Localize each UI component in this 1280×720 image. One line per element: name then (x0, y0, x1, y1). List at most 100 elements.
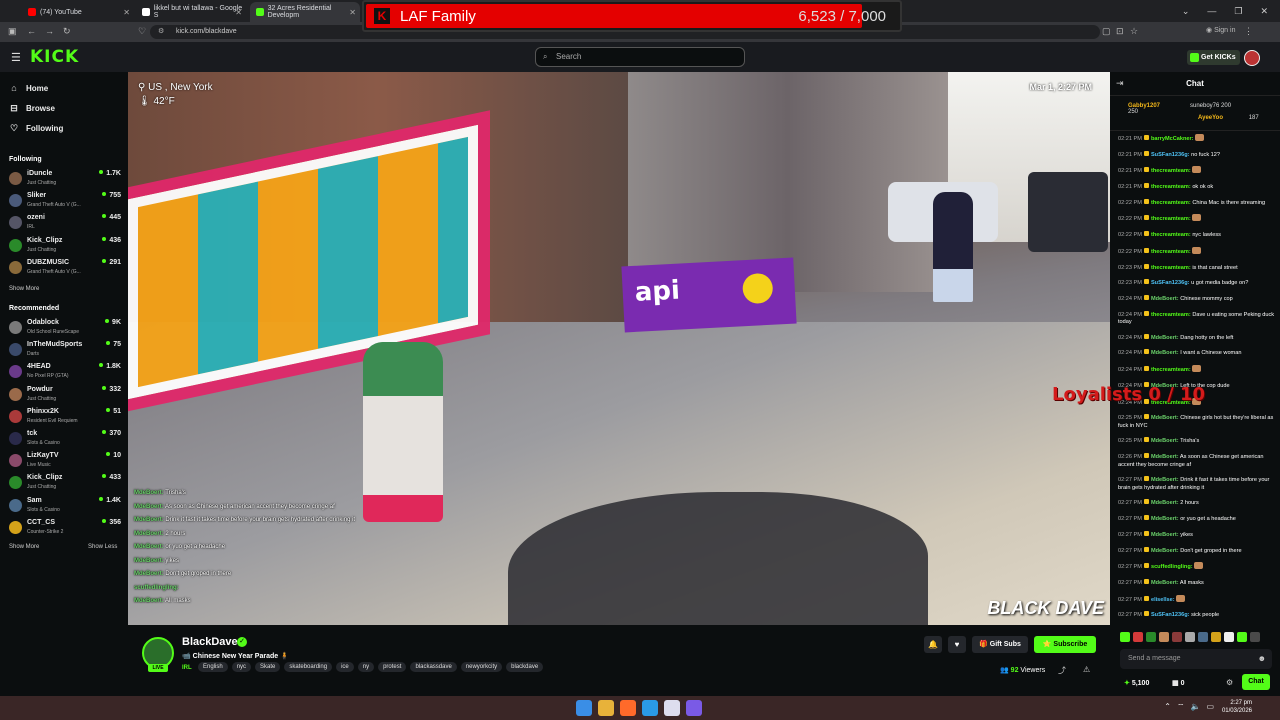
maximize-icon[interactable]: ❐ (1234, 6, 1242, 17)
emote-icon[interactable] (1133, 632, 1143, 642)
show-more-following-button[interactable]: Show More (9, 286, 39, 292)
minimize-icon[interactable]: — (1207, 6, 1216, 16)
chat-username[interactable]: thecreamteam: (1151, 367, 1191, 373)
sidebar-item-following[interactable]: ♡ Following (9, 123, 63, 134)
chat-username[interactable]: MdeBoert: (1151, 350, 1179, 356)
chat-username[interactable]: scuffedlingling: (1151, 564, 1193, 570)
sidebar-item-browse[interactable]: ⊟ Browse (9, 103, 55, 114)
report-icon[interactable]: ⚠ (1083, 665, 1090, 674)
sidebar-item-home[interactable]: ⌂ Home (9, 83, 48, 93)
chat-username[interactable]: MdeBoert: (1151, 532, 1179, 538)
reload-icon[interactable]: ↻ (63, 26, 71, 37)
emote-icon[interactable] (1211, 632, 1221, 642)
sidebar-channel[interactable]: Odablock Old School RuneScape 9K (9, 319, 121, 339)
sidebar-channel[interactable]: Kick_Clipz Just Chatting 436 (9, 237, 121, 257)
stream-tag[interactable]: blackdave (506, 662, 544, 672)
chat-username[interactable]: thecreamteam: (1151, 232, 1191, 238)
channel-name[interactable]: BlackDave (182, 636, 238, 648)
sidebar-channel[interactable]: DUBZMUSIC Grand Theft Auto V (G... 291 (9, 259, 121, 279)
sidebar-channel[interactable]: InTheMudSports Darts 75 (9, 341, 121, 361)
sidebar-channel[interactable]: ozeni IRL 445 (9, 214, 121, 234)
emote-icon[interactable] (1237, 632, 1247, 642)
stream-tag[interactable]: skateboarding (284, 662, 333, 672)
emote-icon[interactable] (1250, 632, 1260, 642)
stream-tag[interactable]: English (198, 662, 228, 672)
chat-username[interactable]: MdeBoert: (1151, 477, 1179, 483)
chat-send-button[interactable]: Chat (1242, 674, 1270, 690)
stream-tag[interactable]: nyc (231, 662, 252, 672)
volume-icon[interactable]: 🔈 (1190, 702, 1200, 712)
menu-icon[interactable]: ☰ (11, 51, 21, 64)
emote-icon[interactable] (1224, 632, 1234, 642)
chevron-up-icon[interactable]: ⌃ (1164, 702, 1171, 712)
stream-tag[interactable]: Skate (255, 662, 281, 672)
sub-count[interactable]: ▦ 0 (1172, 679, 1184, 687)
stream-tag[interactable]: ice (336, 662, 354, 672)
chat-username[interactable]: MdeBoert: (1151, 335, 1179, 341)
chat-username[interactable]: MdeBoert: (1151, 454, 1179, 460)
signin-button[interactable]: ◉ Sign in (1206, 26, 1235, 34)
sidebar-channel[interactable]: CCT_CS Counter-Strike 2 356 (9, 519, 121, 539)
sidebar-channel[interactable]: Sam Slots & Casino 1.4K (9, 497, 121, 517)
browser-icon[interactable] (620, 700, 636, 716)
chat-username[interactable]: thecreamteam: (1151, 312, 1191, 318)
chat-username[interactable]: thecreamteam: (1151, 200, 1191, 206)
install-icon[interactable]: ⊡ (1116, 26, 1124, 37)
chat-username[interactable]: MdeBoert: (1151, 415, 1179, 421)
kick-balance[interactable]: ✦ 5,100 (1124, 679, 1149, 687)
user-avatar[interactable] (1244, 50, 1260, 66)
close-icon[interactable]: ✕ (235, 8, 242, 17)
tab-list-icon[interactable]: ⌄ (1182, 6, 1190, 17)
stream-category[interactable]: IRL (182, 665, 192, 671)
sidebar-channel[interactable]: Phinxx2K Resident Evil Requiem 51 (9, 408, 121, 428)
chat-username[interactable]: SuSFan1236g: (1151, 612, 1190, 618)
browser-tab-youtube[interactable]: (74) YouTube ✕ (22, 2, 134, 22)
chat-username[interactable]: MdeBoert: (1151, 580, 1179, 586)
sidebar-channel[interactable]: Powdur Just Chatting 332 (9, 386, 121, 406)
chat-username[interactable]: thecreamteam: (1151, 168, 1191, 174)
chat-username[interactable]: SuSFan1236g: (1151, 152, 1190, 158)
back-icon[interactable]: ← (27, 26, 36, 36)
chat-username[interactable]: MdeBoert: (1151, 500, 1179, 506)
sidebar-channel[interactable]: tck Slots & Casino 370 (9, 430, 121, 450)
close-icon[interactable]: ✕ (123, 8, 130, 17)
emote-icon[interactable] (1146, 632, 1156, 642)
emote-icon[interactable] (1120, 632, 1130, 642)
chat-username[interactable]: MdeBoert: (1151, 548, 1179, 554)
browser-tab-google[interactable]: likkel but wi tallawa - Google S ✕ (136, 2, 246, 22)
notification-bell-button[interactable]: 🔔 (924, 636, 942, 653)
emote-icon[interactable] (1172, 632, 1182, 642)
chat-username[interactable]: MdeBoert: (1151, 438, 1179, 444)
show-more-recommended-button[interactable]: Show More (9, 544, 39, 550)
store-icon[interactable] (664, 700, 680, 716)
edge-icon[interactable] (642, 700, 658, 716)
chat-settings-icon[interactable]: ⚙ (1226, 678, 1233, 687)
sidebar-channel[interactable]: iDuncle Just Chatting 1.7K (9, 170, 121, 190)
leaderboard-entry[interactable]: suneboy76 200 (1190, 103, 1231, 109)
site-info-icon[interactable]: ⚙ (158, 25, 164, 39)
heart-icon[interactable]: ♡ (138, 26, 146, 37)
sidebar-channel[interactable]: LizKayTV Live Music 10 (9, 452, 121, 472)
emote-icon[interactable] (1185, 632, 1195, 642)
emoji-icon[interactable]: ☻ (1258, 649, 1266, 669)
chat-username[interactable]: MdeBoert: (1151, 516, 1179, 522)
bookmark-star-icon[interactable]: ☆ (1130, 26, 1138, 37)
kick-logo[interactable]: KICK (30, 47, 79, 67)
app-icon[interactable] (686, 700, 702, 716)
subscribe-button[interactable]: ⭐ Subscribe (1034, 636, 1096, 653)
chat-username[interactable]: thecreamteam: (1151, 265, 1191, 271)
battery-icon[interactable]: ▭ (1206, 702, 1214, 712)
screenshot-icon[interactable]: ▢ (1102, 26, 1111, 37)
close-icon[interactable]: ✕ (349, 8, 356, 17)
emote-icon[interactable] (1159, 632, 1169, 642)
sidebar-channel[interactable]: 4HEAD No Pixel RP (GTA) 1.8K (9, 363, 121, 383)
gift-subs-button[interactable]: 🎁 Gift Subs (972, 636, 1028, 653)
sidebar-toggle-icon[interactable]: ▣ (8, 26, 17, 37)
chat-username[interactable]: thecreamteam: (1151, 216, 1191, 222)
sidebar-channel[interactable]: Kick_Clipz Just Chatting 433 (9, 474, 121, 494)
stream-tag[interactable]: protest (378, 662, 407, 672)
show-less-button[interactable]: Show Less (88, 544, 117, 550)
chat-username[interactable]: MdeBoert: (1151, 296, 1179, 302)
leaderboard-entry[interactable]: AyeeYoo 187 (1198, 115, 1259, 121)
share-icon[interactable]: ⤴ (1058, 665, 1066, 676)
